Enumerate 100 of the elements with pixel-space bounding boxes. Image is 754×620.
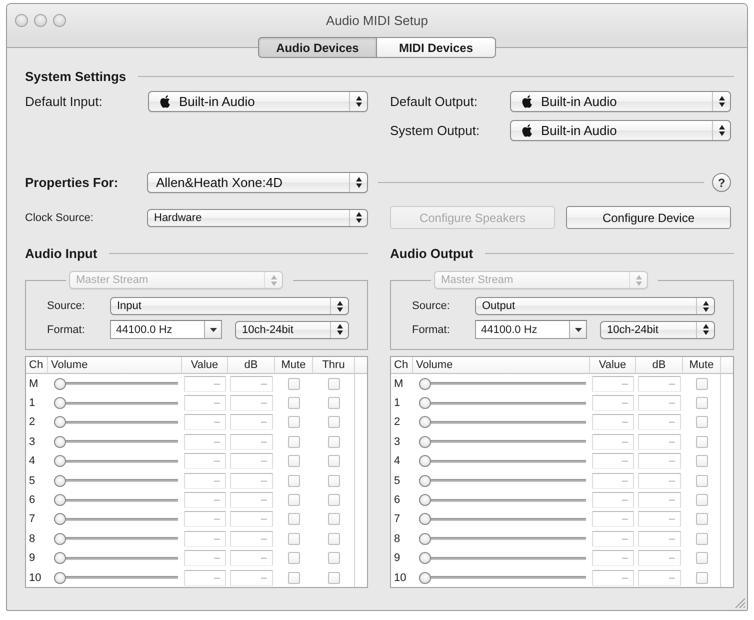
sample-rate-combobox[interactable]: 44100.0 Hz — [475, 320, 587, 339]
zoom-button[interactable] — [53, 14, 66, 27]
channel-label: 4 — [28, 455, 36, 468]
mute-checkbox[interactable] — [696, 397, 708, 410]
mute-checkbox[interactable] — [288, 572, 300, 584]
slider-thumb[interactable] — [419, 416, 431, 428]
mute-checkbox[interactable] — [288, 436, 300, 448]
help-button[interactable]: ? — [712, 173, 731, 192]
thru-checkbox[interactable] — [328, 494, 340, 506]
column-header: Volume — [413, 357, 590, 374]
thru-checkbox[interactable] — [328, 532, 340, 545]
mute-checkbox[interactable] — [288, 494, 300, 506]
mute-checkbox[interactable] — [288, 474, 300, 487]
mute-checkbox[interactable] — [288, 552, 300, 564]
value-field: – — [184, 414, 226, 430]
thru-checkbox[interactable] — [328, 552, 340, 564]
configure-button[interactable]: Configure Device — [566, 206, 731, 229]
channel-label: 1 — [28, 397, 36, 410]
mute-checkbox[interactable] — [696, 416, 708, 428]
thru-checkbox[interactable] — [328, 455, 340, 468]
sample-rate-combobox[interactable]: 44100.0 Hz — [110, 320, 222, 339]
thru-checkbox[interactable] — [328, 474, 340, 487]
mute-checkbox[interactable] — [696, 572, 708, 584]
value-field: – — [184, 570, 226, 586]
caret-icon — [574, 328, 582, 332]
slider-thumb[interactable] — [419, 494, 431, 506]
source-popup[interactable]: Output — [475, 297, 715, 315]
mute-checkbox[interactable] — [696, 455, 708, 468]
thru-checkbox[interactable] — [328, 397, 340, 410]
channel-label: M — [28, 378, 38, 390]
slider-thumb[interactable] — [419, 513, 431, 526]
slider-thumb[interactable] — [54, 572, 66, 584]
mute-checkbox[interactable] — [288, 455, 300, 468]
source-popup[interactable]: Input — [110, 297, 349, 315]
tab[interactable]: MIDI Devices — [377, 37, 496, 58]
thru-checkbox[interactable] — [328, 572, 340, 584]
mute-checkbox[interactable] — [288, 397, 300, 410]
slider-thumb[interactable] — [54, 474, 66, 487]
value-field: – — [592, 492, 634, 508]
close-button[interactable] — [15, 14, 28, 27]
channel-format-popup[interactable]: 10ch-24bit — [235, 320, 349, 338]
output-device-popup[interactable]: Built-in Audio — [510, 91, 731, 112]
channel-label: 9 — [393, 552, 400, 564]
slider-thumb[interactable] — [419, 532, 431, 545]
apple-icon — [522, 95, 532, 108]
mute-checkbox[interactable] — [288, 378, 300, 390]
dropdown-button[interactable] — [569, 321, 586, 338]
mute-checkbox[interactable] — [696, 532, 708, 545]
slider-thumb[interactable] — [419, 552, 431, 564]
slider-thumb[interactable] — [54, 532, 66, 545]
channel-label: M — [393, 378, 404, 390]
db-field: – — [230, 530, 273, 547]
thru-checkbox[interactable] — [328, 513, 340, 526]
column-header: Mute — [275, 357, 313, 374]
system-output-popup[interactable]: Built-in Audio — [510, 120, 731, 141]
mute-checkbox[interactable] — [288, 513, 300, 526]
column-header: Value — [590, 357, 636, 374]
slider-thumb[interactable] — [54, 513, 66, 526]
channel-format-popup[interactable]: 10ch-24bit — [600, 320, 715, 338]
clock-source-popup[interactable]: Hardware — [147, 208, 368, 226]
mute-checkbox[interactable] — [288, 532, 300, 545]
slider-thumb[interactable] — [419, 397, 431, 410]
channel-label: 2 — [393, 416, 400, 428]
channel-label: 10 — [393, 572, 406, 584]
mute-checkbox[interactable] — [696, 552, 708, 564]
channel-label: 3 — [28, 436, 36, 448]
db-field: – — [230, 570, 273, 586]
slider-thumb[interactable] — [54, 378, 66, 390]
column-header: dB — [636, 357, 683, 374]
db-field: – — [230, 453, 273, 470]
mute-checkbox[interactable] — [696, 494, 708, 506]
mute-checkbox[interactable] — [696, 378, 708, 390]
device-popup[interactable]: Allen&Heath Xone:4D — [147, 172, 368, 193]
db-field: – — [230, 434, 273, 450]
tab[interactable]: Audio Devices — [258, 37, 377, 58]
slider-thumb[interactable] — [419, 455, 431, 468]
slider-thumb[interactable] — [419, 572, 431, 584]
slider-thumb[interactable] — [419, 378, 431, 390]
thru-checkbox[interactable] — [328, 436, 340, 448]
mute-checkbox[interactable] — [696, 513, 708, 526]
slider-thumb[interactable] — [54, 397, 66, 410]
slider-thumb[interactable] — [419, 474, 431, 487]
dropdown-button[interactable] — [204, 321, 221, 338]
thru-checkbox[interactable] — [328, 416, 340, 428]
mute-checkbox[interactable] — [288, 416, 300, 428]
channel-label: 4 — [393, 455, 400, 468]
slider-thumb[interactable] — [54, 494, 66, 506]
thru-checkbox[interactable] — [328, 378, 340, 390]
slider-thumb[interactable] — [54, 552, 66, 564]
mute-checkbox[interactable] — [696, 474, 708, 487]
input-device-popup[interactable]: Built-in Audio — [148, 91, 368, 112]
slider-thumb[interactable] — [54, 416, 66, 428]
slider-thumb[interactable] — [54, 455, 66, 468]
slider-thumb[interactable] — [419, 436, 431, 448]
minimize-button[interactable] — [34, 14, 47, 27]
slider-thumb[interactable] — [54, 436, 66, 448]
updown-arrows-icon — [702, 300, 708, 312]
value-field: – — [184, 472, 226, 489]
section-heading: Audio Input — [25, 246, 98, 260]
mute-checkbox[interactable] — [696, 436, 708, 448]
